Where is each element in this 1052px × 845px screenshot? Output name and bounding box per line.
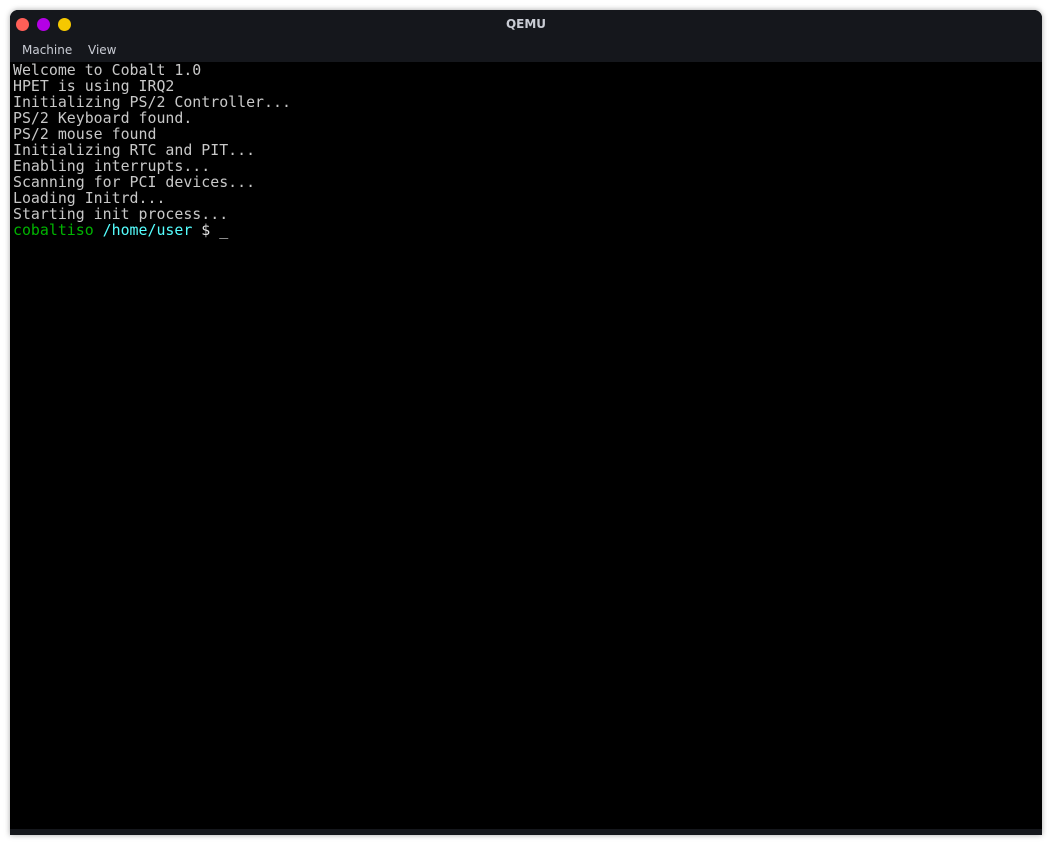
terminal-line: Initializing RTC and PIT...: [13, 141, 256, 159]
terminal-line: HPET is using IRQ2: [13, 77, 175, 95]
window-bottom-border: [10, 829, 1042, 835]
terminal-line: PS/2 Keyboard found.: [13, 109, 193, 127]
prompt-path: /home/user: [102, 221, 193, 239]
terminal-line: Initializing PS/2 Controller...: [13, 93, 291, 111]
terminal-line: Welcome to Cobalt 1.0: [13, 61, 202, 79]
menu-view[interactable]: View: [88, 38, 116, 62]
prompt-line[interactable]: cobaltiso /home/user $ _: [13, 222, 1042, 238]
text-cursor: _: [219, 221, 229, 239]
terminal-line: Starting init process...: [13, 205, 229, 223]
title-bar[interactable]: QEMU: [10, 10, 1042, 38]
terminal-line: Scanning for PCI devices...: [13, 173, 256, 191]
window-title: QEMU: [505, 17, 547, 31]
qemu-window: QEMU Machine View Welcome to Cobalt 1.0 …: [10, 10, 1042, 835]
prompt-user: cobaltiso: [13, 221, 94, 239]
menu-machine[interactable]: Machine: [22, 38, 72, 62]
prompt-symbol: $: [201, 221, 211, 239]
terminal-screen[interactable]: Welcome to Cobalt 1.0 HPET is using IRQ2…: [10, 62, 1042, 829]
terminal-line: Loading Initrd...: [13, 189, 166, 207]
menu-bar: Machine View: [10, 38, 1042, 62]
terminal-line: PS/2 mouse found: [13, 125, 157, 143]
terminal-line: Enabling interrupts...: [13, 157, 211, 175]
